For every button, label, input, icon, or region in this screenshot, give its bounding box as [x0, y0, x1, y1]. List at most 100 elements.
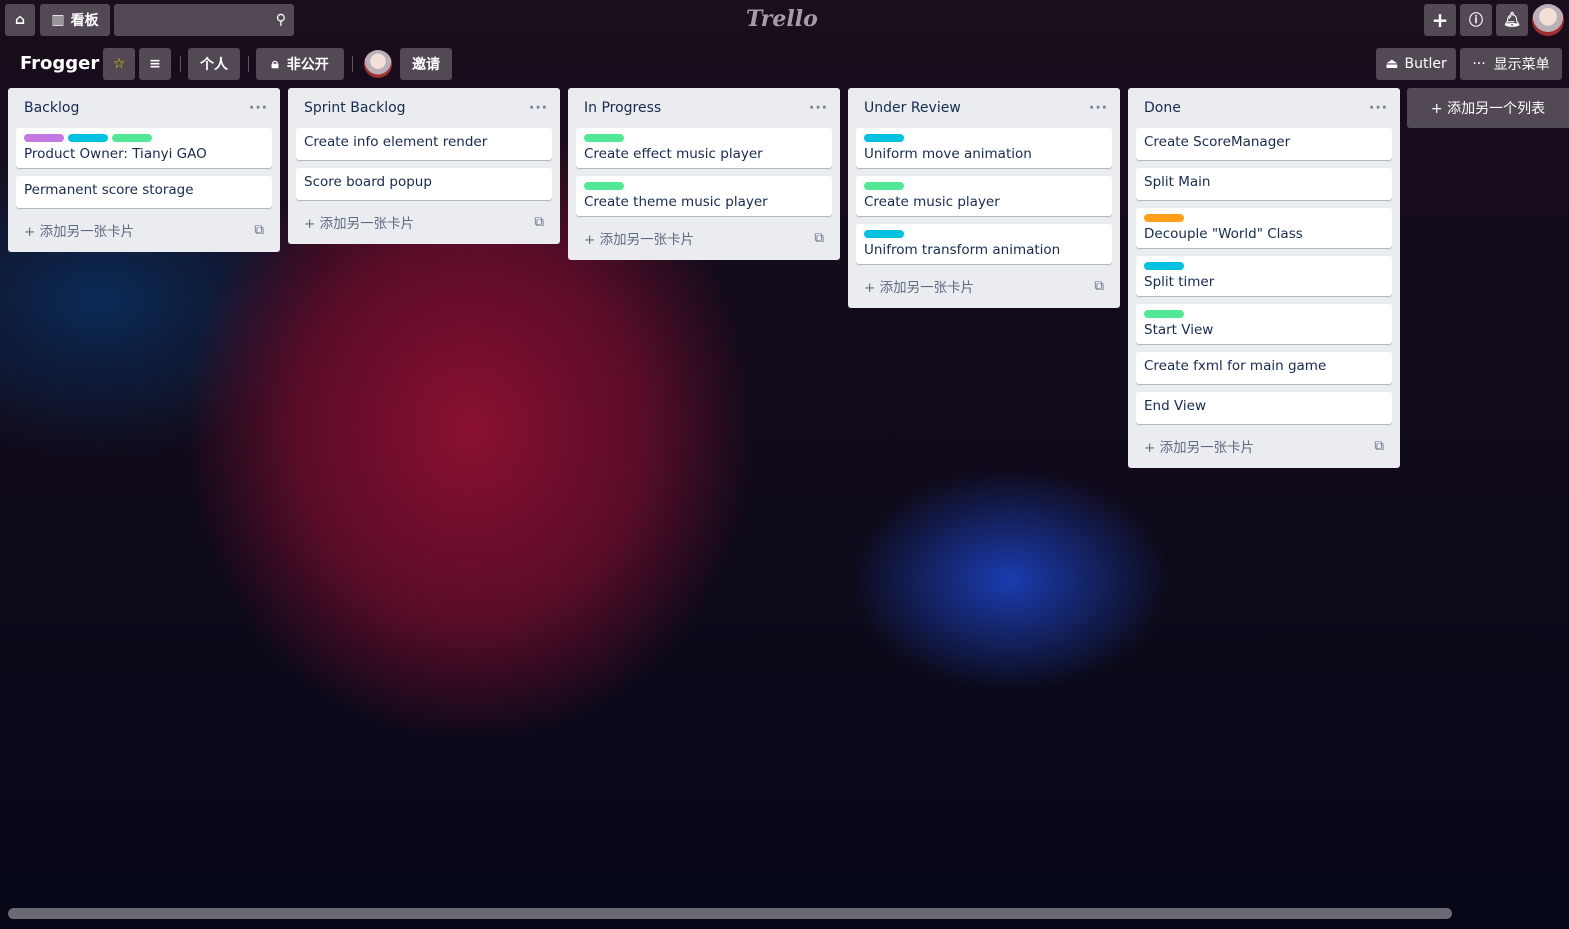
- list-backlog: Backlog ··· Product Owner: Tianyi GAO Perma…: [8, 88, 280, 252]
- template-icon[interactable]: ⧉: [1094, 278, 1104, 294]
- card-label[interactable]: [864, 182, 904, 190]
- card[interactable]: Create info element render: [296, 128, 552, 160]
- list-menu-icon[interactable]: ···: [529, 100, 548, 116]
- more-icon: ···: [1472, 56, 1486, 72]
- add-card-label: 添加另一张卡片: [879, 280, 975, 296]
- lock-icon: 🔒︎: [271, 56, 279, 72]
- board-description-button[interactable]: ≡: [139, 48, 171, 80]
- card-label[interactable]: [1144, 214, 1184, 222]
- card[interactable]: Create theme music player: [576, 176, 832, 216]
- card-label[interactable]: [864, 230, 904, 238]
- card-label[interactable]: [112, 134, 152, 142]
- card-label[interactable]: [584, 182, 624, 190]
- trello-logo[interactable]: Trello: [746, 6, 818, 32]
- member-avatar[interactable]: [364, 50, 392, 78]
- card[interactable]: Product Owner: Tianyi GAO: [16, 128, 272, 168]
- card[interactable]: Score board popup: [296, 168, 552, 200]
- star-button[interactable]: ☆: [103, 48, 135, 80]
- list-title[interactable]: Under Review: [864, 100, 961, 116]
- card-label[interactable]: [864, 134, 904, 142]
- list-header[interactable]: Done ···: [1136, 88, 1392, 128]
- add-card-label: 添加另一张卡片: [599, 232, 695, 248]
- add-card-label: 添加另一张卡片: [319, 216, 415, 232]
- card[interactable]: Create fxml for main game: [1136, 352, 1392, 384]
- card-label[interactable]: [68, 134, 108, 142]
- card[interactable]: Create ScoreManager: [1136, 128, 1392, 160]
- template-icon[interactable]: ⧉: [1374, 438, 1384, 454]
- invite-button[interactable]: 邀请: [400, 48, 452, 80]
- card-title: Create info element render: [304, 134, 488, 150]
- list-header[interactable]: Sprint Backlog ···: [296, 88, 552, 128]
- card-title: Start View: [1144, 322, 1214, 338]
- list-title[interactable]: Backlog: [24, 100, 79, 116]
- card-title: Create theme music player: [584, 194, 768, 210]
- card[interactable]: Create effect music player: [576, 128, 832, 168]
- list-title[interactable]: In Progress: [584, 100, 661, 116]
- card-labels: [864, 230, 1104, 238]
- list-title[interactable]: Sprint Backlog: [304, 100, 406, 116]
- list-in-progress: In Progress ··· Create effect music player…: [568, 88, 840, 260]
- card[interactable]: Create music player: [856, 176, 1112, 216]
- card[interactable]: Uniform move animation: [856, 128, 1112, 168]
- add-card-button[interactable]: + 添加另一张卡片 ⧉: [576, 224, 832, 252]
- card-labels: [864, 182, 1104, 190]
- card-title: End View: [1144, 398, 1206, 414]
- card-title: Score board popup: [304, 174, 432, 190]
- info-button[interactable]: ⓘ: [1460, 4, 1492, 36]
- create-button[interactable]: +: [1424, 4, 1456, 36]
- add-card-label: 添加另一张卡片: [39, 224, 135, 240]
- card-label[interactable]: [584, 134, 624, 142]
- plus-icon: +: [304, 216, 320, 232]
- add-card-button[interactable]: + 添加另一张卡片 ⧉: [16, 216, 272, 244]
- add-card-button[interactable]: + 添加另一张卡片 ⧉: [856, 272, 1112, 300]
- butler-label: Butler: [1404, 56, 1447, 72]
- card[interactable]: Permanent score storage: [16, 176, 272, 208]
- user-avatar[interactable]: [1532, 4, 1564, 36]
- card[interactable]: Split Main: [1136, 168, 1392, 200]
- add-card-button[interactable]: + 添加另一张卡片 ⧉: [1136, 432, 1392, 460]
- card[interactable]: Decouple "World" Class: [1136, 208, 1392, 248]
- boards-button[interactable]: ▥ 看板: [40, 4, 110, 36]
- search-icon: ⚲: [275, 12, 286, 28]
- list-header[interactable]: In Progress ···: [576, 88, 832, 128]
- add-card-button[interactable]: + 添加另一张卡片 ⧉: [296, 208, 552, 236]
- list-menu-icon[interactable]: ···: [809, 100, 828, 116]
- list-menu-icon[interactable]: ···: [1369, 100, 1388, 116]
- card[interactable]: Unifrom transform animation: [856, 224, 1112, 264]
- template-icon[interactable]: ⧉: [254, 222, 264, 238]
- list-title[interactable]: Done: [1144, 100, 1181, 116]
- card-labels: [864, 134, 1104, 142]
- list-menu-icon[interactable]: ···: [249, 100, 268, 116]
- card-labels: [24, 134, 264, 142]
- template-icon[interactable]: ⧉: [814, 230, 824, 246]
- privacy-label: 非公开: [286, 57, 329, 73]
- card-title: Uniform move animation: [864, 146, 1032, 162]
- card-labels: [584, 134, 824, 142]
- butler-button[interactable]: ⏏ Butler: [1376, 48, 1456, 80]
- list-menu-icon[interactable]: ···: [1089, 100, 1108, 116]
- card-title: Unifrom transform animation: [864, 242, 1061, 258]
- privacy-button[interactable]: 🔒︎ 非公开: [256, 48, 344, 80]
- card[interactable]: End View: [1136, 392, 1392, 424]
- horizontal-scrollbar[interactable]: [8, 908, 1452, 919]
- card-label[interactable]: [1144, 262, 1184, 270]
- list-header[interactable]: Under Review ···: [856, 88, 1112, 128]
- team-visibility-button[interactable]: 个人: [188, 48, 240, 80]
- card-labels: [1144, 310, 1384, 318]
- add-list-button[interactable]: + 添加另一个列表: [1407, 88, 1569, 128]
- card-title: Permanent score storage: [24, 182, 194, 198]
- notifications-button[interactable]: 🔔︎: [1496, 4, 1528, 36]
- search-input[interactable]: ⚲: [114, 4, 294, 36]
- list-header[interactable]: Backlog ···: [16, 88, 272, 128]
- show-menu-button[interactable]: ··· 显示菜单: [1460, 48, 1562, 80]
- card[interactable]: Split timer: [1136, 256, 1392, 296]
- board-title[interactable]: Frogger: [20, 53, 99, 74]
- list-under-review: Under Review ··· Uniform move animation Cre…: [848, 88, 1120, 308]
- card-label[interactable]: [1144, 310, 1184, 318]
- template-icon[interactable]: ⧉: [534, 214, 544, 230]
- home-button[interactable]: ⌂: [5, 4, 35, 36]
- card-title: Split timer: [1144, 274, 1215, 290]
- plus-icon: +: [24, 224, 40, 240]
- card-label[interactable]: [24, 134, 64, 142]
- card[interactable]: Start View: [1136, 304, 1392, 344]
